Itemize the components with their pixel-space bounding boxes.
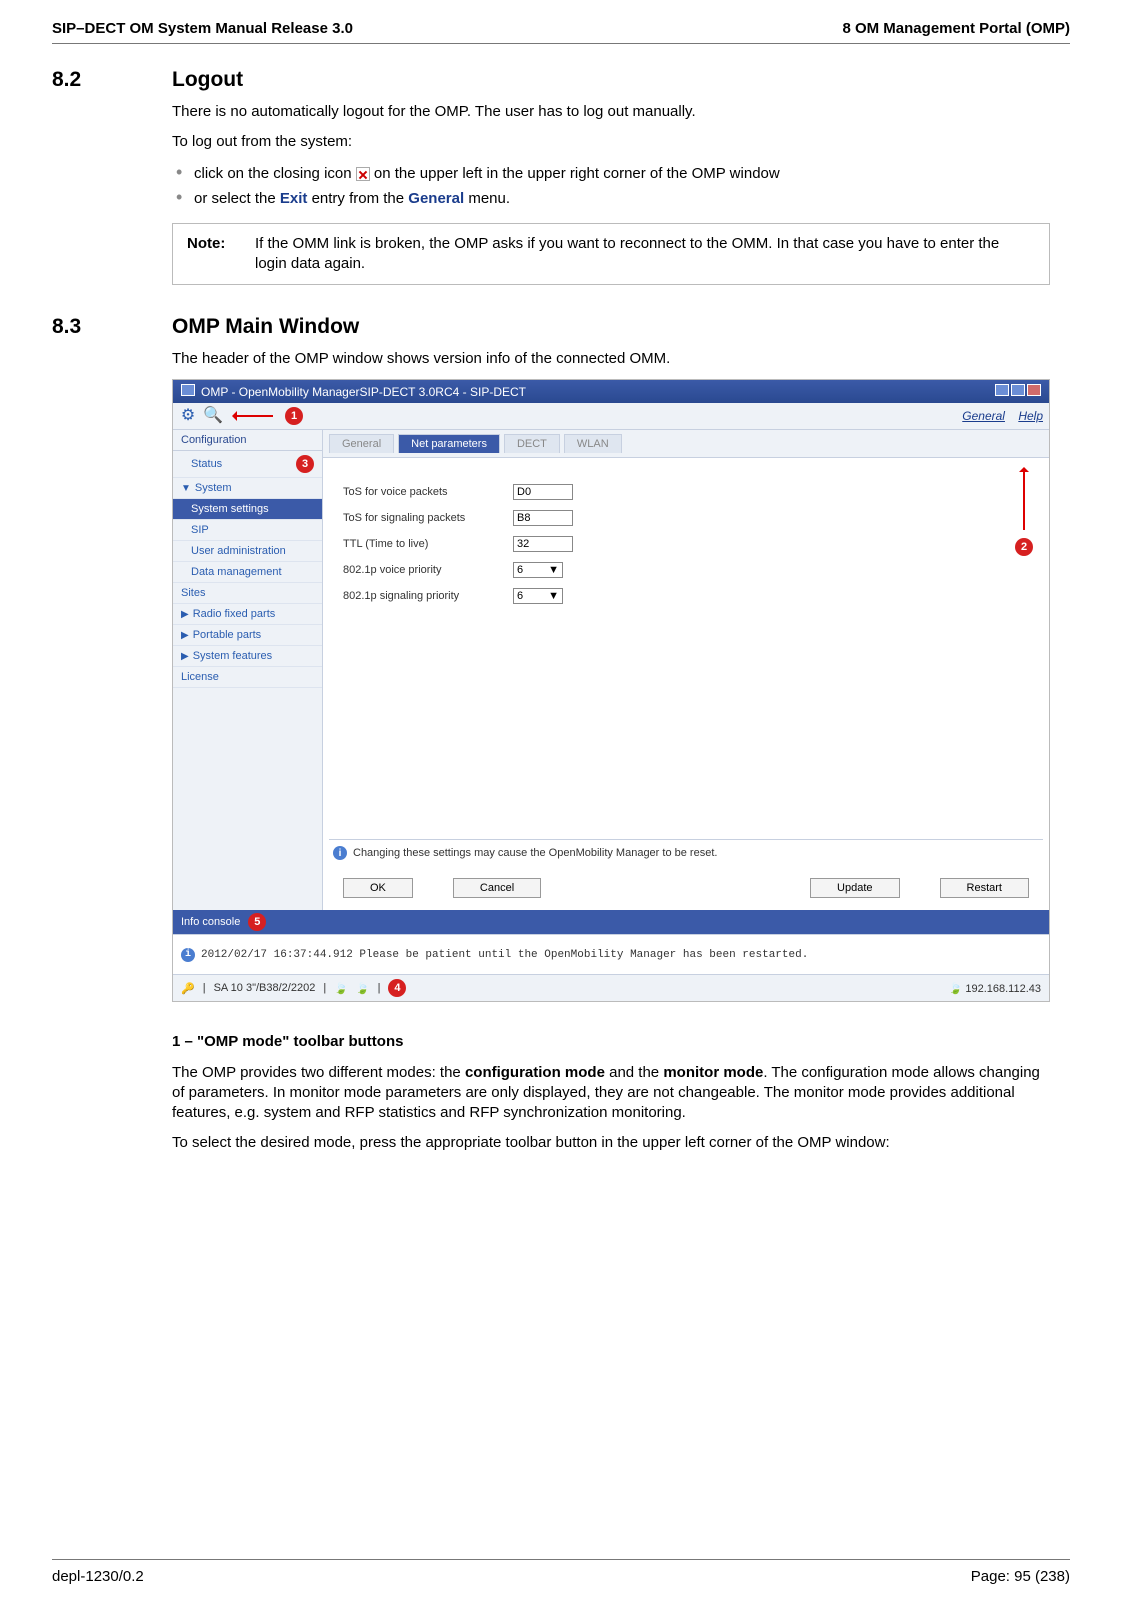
menu-ref-general: General — [408, 190, 464, 207]
chevron-right-icon: ▶ — [181, 630, 189, 641]
leaf-icon: 🍃 — [334, 982, 348, 995]
callout-badge-5: 5 — [248, 913, 266, 931]
label-tos-sig: ToS for signaling packets — [343, 512, 513, 524]
window-titlebar: OMP - OpenMobility ManagerSIP-DECT 3.0RC… — [173, 380, 1049, 403]
label-voice-prio: 802.1p voice priority — [343, 564, 513, 576]
header-left: SIP–DECT OM System Manual Release 3.0 — [52, 20, 353, 37]
paragraph: The header of the OMP window shows versi… — [172, 349, 1050, 369]
paragraph: There is no automatically logout for the… — [172, 102, 1050, 122]
window-title: OMP - OpenMobility ManagerSIP-DECT 3.0RC… — [201, 385, 526, 399]
input-tos-sig[interactable] — [513, 510, 573, 526]
maximize-icon — [1011, 384, 1025, 396]
note-text: If the OMM link is broken, the OMP asks … — [255, 234, 1035, 275]
note-label: Note: — [187, 234, 239, 275]
close-icon — [1027, 384, 1041, 396]
menu-ref-exit: Exit — [280, 190, 308, 207]
callout-badge-3: 3 — [296, 455, 314, 473]
section-number: 8.2 — [52, 68, 172, 92]
status-ip: 192.168.112.43 — [965, 983, 1041, 995]
ok-button[interactable]: OK — [343, 878, 413, 898]
footer-left: depl-1230/0.2 — [52, 1568, 144, 1585]
label-sig-prio: 802.1p signaling priority — [343, 590, 513, 602]
close-icon — [356, 167, 370, 181]
tab-general[interactable]: General — [329, 434, 394, 453]
magnifier-icon[interactable]: 🔍 — [203, 407, 221, 425]
info-console-body: i 2012/02/17 16:37:44.912 Please be pati… — [173, 934, 1049, 974]
nav-item-system-settings[interactable]: System settings — [173, 499, 322, 520]
window-controls[interactable] — [993, 384, 1041, 399]
toolbar: ⚙ 🔍 1 General Help — [173, 403, 1049, 430]
leaf-icon: 🍃 — [949, 983, 963, 995]
nav-item-data-mgmt[interactable]: Data management — [173, 562, 322, 583]
tab-net-parameters[interactable]: Net parameters — [398, 434, 500, 453]
section-title: Logout — [172, 68, 243, 92]
list-item: click on the closing icon on the upper l… — [172, 163, 1050, 184]
paragraph: The OMP provides two different modes: th… — [172, 1063, 1050, 1124]
paragraph: To select the desired mode, press the ap… — [172, 1133, 1050, 1153]
note-box: Note: If the OMM link is broken, the OMP… — [172, 223, 1050, 286]
list-item: or select the Exit entry from the Genera… — [172, 188, 1050, 209]
nav-item-sysfeat[interactable]: ▶System features — [173, 646, 322, 667]
callout-arrow — [233, 415, 273, 417]
info-console-header[interactable]: Info console 5 — [173, 910, 1049, 934]
info-icon: i — [181, 948, 195, 962]
subsection-heading: 1 – "OMP mode" toolbar buttons — [172, 1032, 1050, 1052]
menu-general[interactable]: General — [962, 409, 1005, 423]
nav-item-system[interactable]: ▼System — [173, 478, 322, 499]
status-text: SA 10 3"/B38/2/2202 — [214, 982, 316, 994]
update-button[interactable]: Update — [810, 878, 899, 898]
nav-item-sites[interactable]: Sites — [173, 583, 322, 604]
tab-wlan[interactable]: WLAN — [564, 434, 622, 453]
gear-icon[interactable]: ⚙ — [179, 407, 197, 425]
label-ttl: TTL (Time to live) — [343, 538, 513, 550]
main-pane: General Net parameters DECT WLAN ToS for… — [323, 430, 1049, 910]
nav-item-rfp[interactable]: ▶Radio fixed parts — [173, 604, 322, 625]
combo-voice-prio[interactable]: 6▼ — [513, 562, 563, 578]
section-number: 8.3 — [52, 315, 172, 339]
info-strip: i Changing these settings may cause the … — [329, 839, 1043, 866]
label-tos-voice: ToS for voice packets — [343, 486, 513, 498]
combo-sig-prio[interactable]: 6▼ — [513, 588, 563, 604]
callout-arrow — [1023, 470, 1025, 530]
menu-help[interactable]: Help — [1018, 409, 1043, 423]
app-menu: General Help — [952, 409, 1043, 423]
cancel-button[interactable]: Cancel — [453, 878, 541, 898]
chevron-down-icon: ▼ — [548, 590, 559, 602]
callout-badge-4: 4 — [388, 979, 406, 997]
chevron-down-icon: ▼ — [181, 483, 191, 494]
status-bar: 🔑 | SA 10 3"/B38/2/2202 | 🍃 🍃 | 4 🍃 192.… — [173, 974, 1049, 1001]
header-right: 8 OM Management Portal (OMP) — [842, 20, 1070, 37]
chevron-right-icon: ▶ — [181, 609, 189, 620]
nav-item-sip[interactable]: SIP — [173, 520, 322, 541]
paragraph: To log out from the system: — [172, 132, 1050, 152]
section-title: OMP Main Window — [172, 315, 359, 339]
chevron-right-icon: ▶ — [181, 651, 189, 662]
callout-badge-1: 1 — [285, 407, 303, 425]
tab-dect[interactable]: DECT — [504, 434, 560, 453]
console-message: 2012/02/17 16:37:44.912 Please be patien… — [201, 949, 808, 961]
minimize-icon — [995, 384, 1009, 396]
input-ttl[interactable] — [513, 536, 573, 552]
nav-panel: Configuration Status3 ▼System System set… — [173, 430, 323, 910]
key-icon: 🔑 — [181, 982, 195, 995]
leaf-icon: 🍃 — [356, 982, 370, 995]
nav-item-license[interactable]: License — [173, 667, 322, 688]
omp-screenshot-figure: OMP - OpenMobility ManagerSIP-DECT 3.0RC… — [172, 379, 1050, 1002]
nav-item-status[interactable]: Status3 — [173, 451, 322, 478]
running-header: SIP–DECT OM System Manual Release 3.0 8 … — [52, 20, 1070, 44]
restart-button[interactable]: Restart — [940, 878, 1029, 898]
nav-header: Configuration — [181, 434, 246, 446]
footer-right: Page: 95 (238) — [971, 1568, 1070, 1585]
nav-item-pp[interactable]: ▶Portable parts — [173, 625, 322, 646]
app-icon — [181, 384, 195, 396]
nav-item-user-admin[interactable]: User administration — [173, 541, 322, 562]
chevron-down-icon: ▼ — [548, 564, 559, 576]
info-icon: i — [333, 846, 347, 860]
running-footer: depl-1230/0.2 Page: 95 (238) — [52, 1559, 1070, 1585]
input-tos-voice[interactable] — [513, 484, 573, 500]
